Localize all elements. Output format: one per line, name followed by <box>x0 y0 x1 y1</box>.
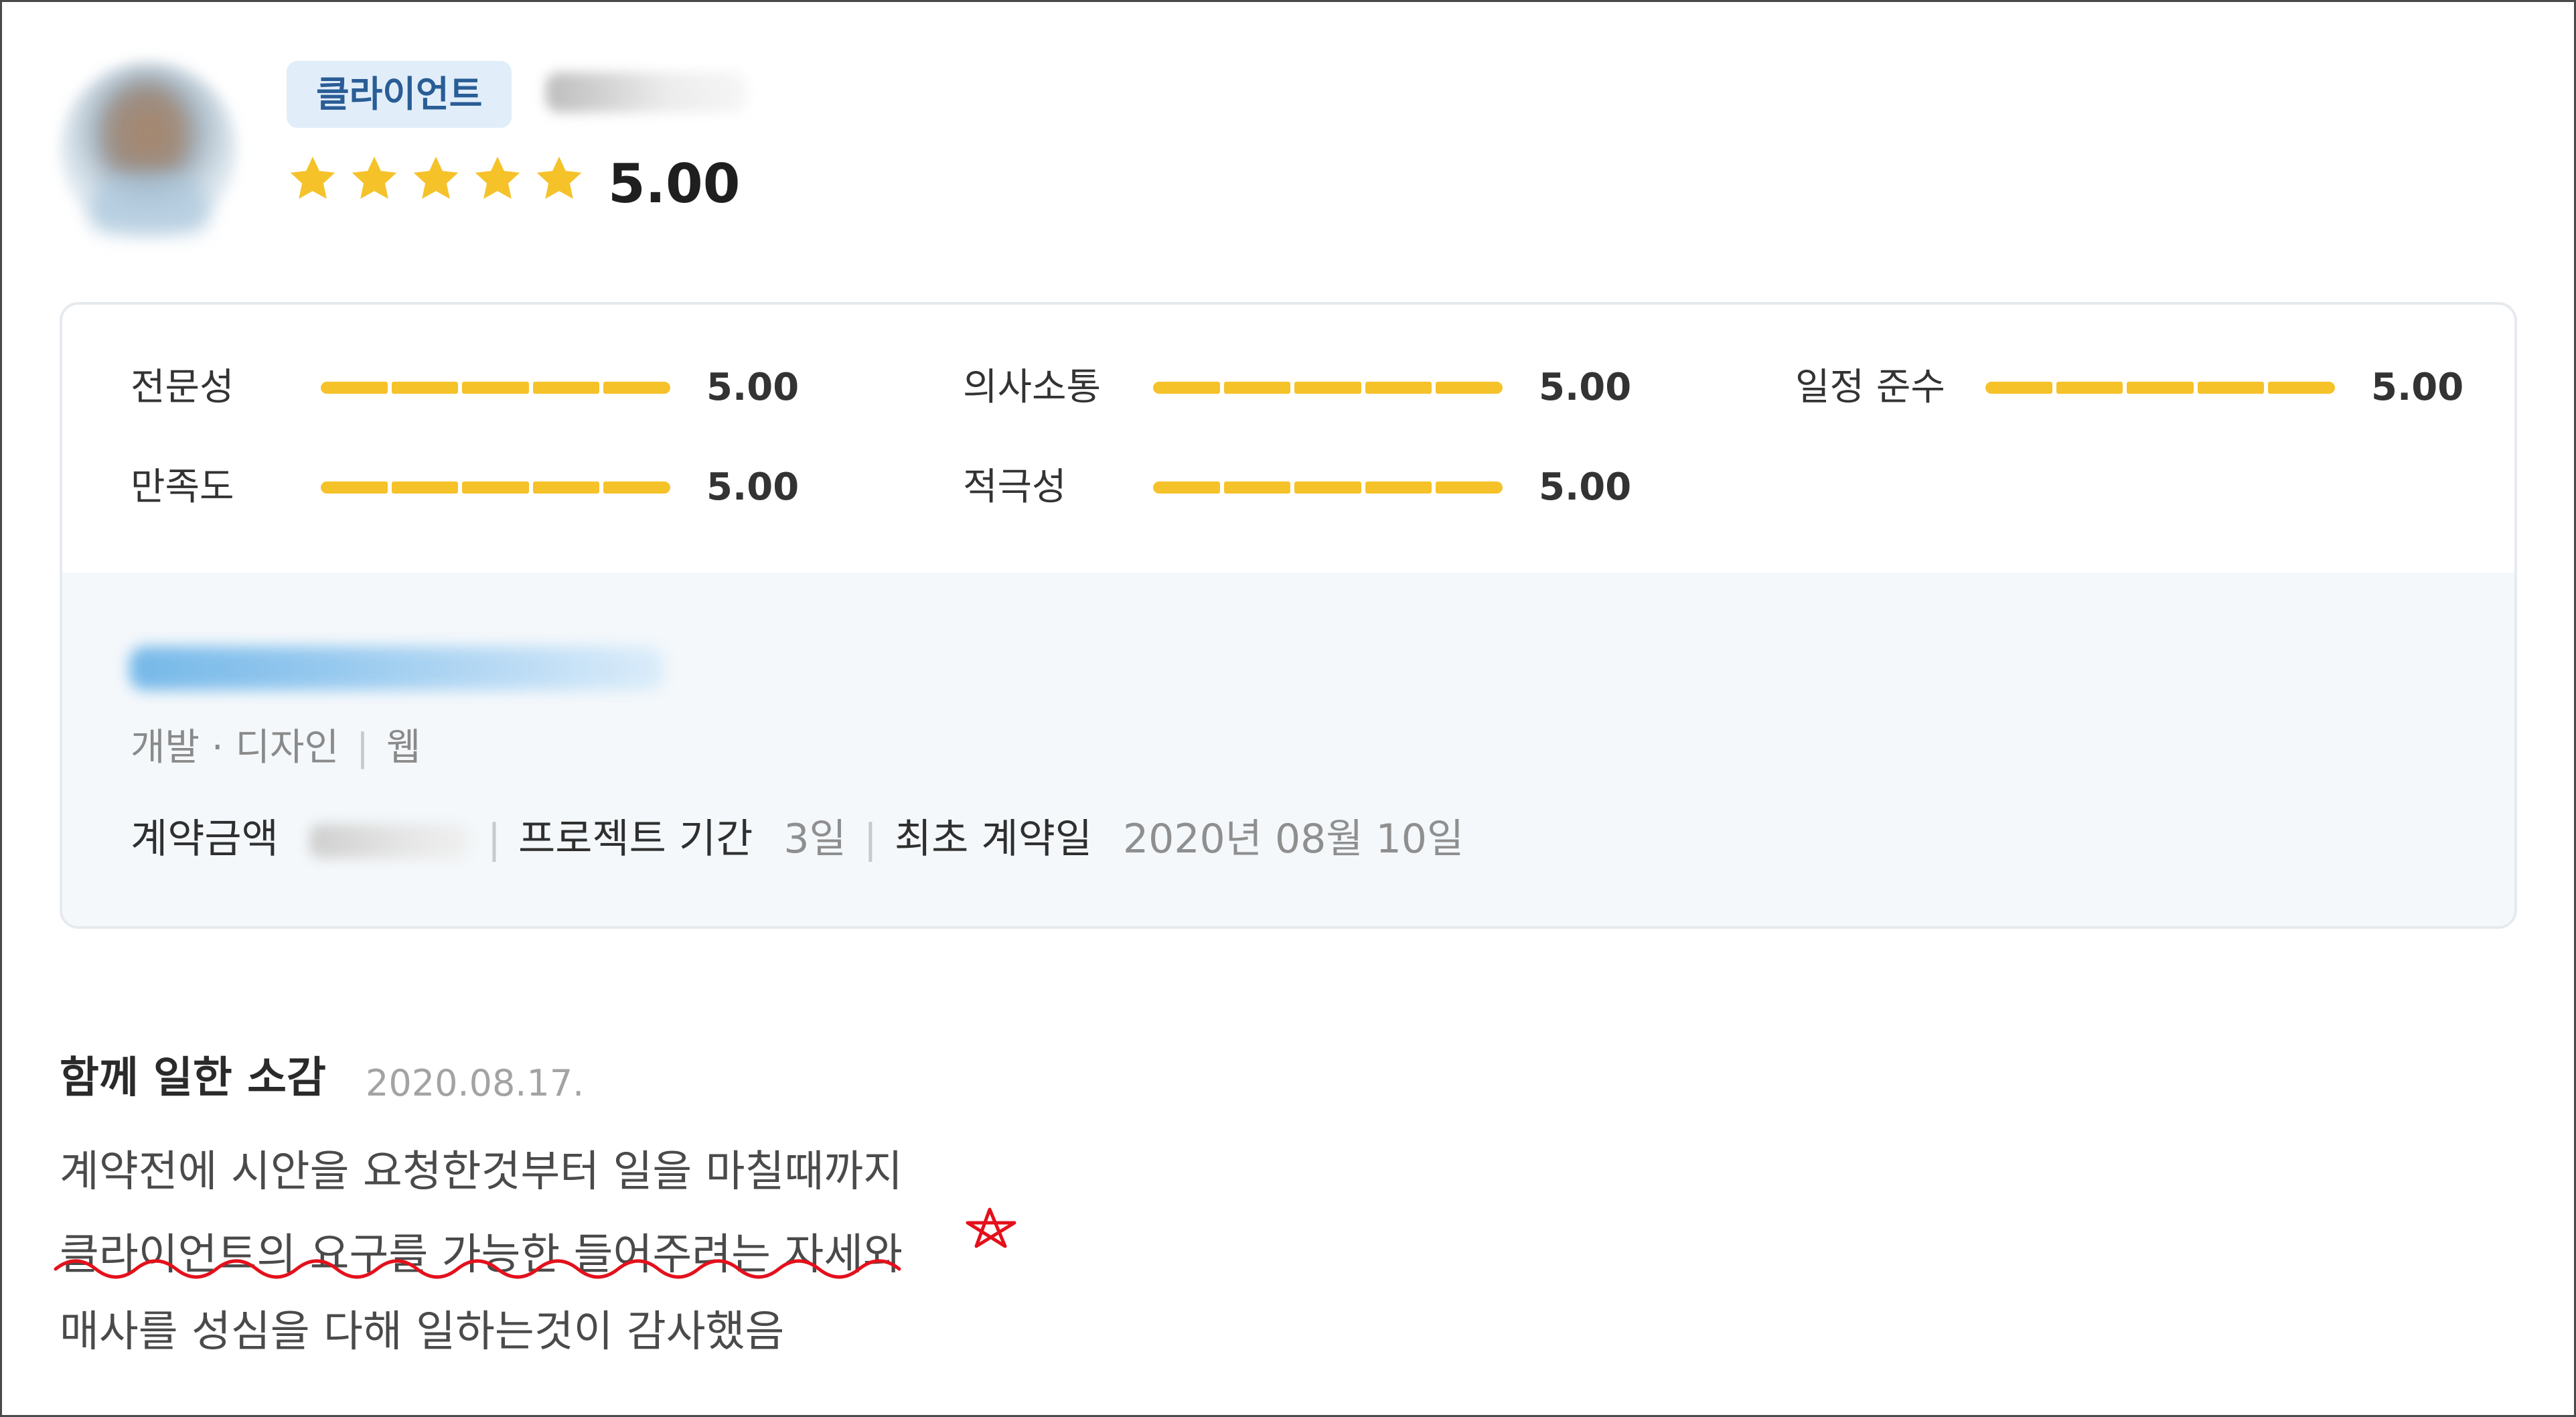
review-date: 2020.08.17. <box>366 1062 585 1104</box>
rating-value: 5.00 <box>1539 366 1632 409</box>
project-title-link-redacted[interactable] <box>129 646 665 690</box>
contract-amount-label: 계약금액 <box>131 816 279 863</box>
rating-label: 만족도 <box>131 465 234 509</box>
project-category: 개발 · 디자인 | 웹 <box>131 721 421 775</box>
subcategory-label: 웹 <box>386 726 421 769</box>
rating-bar <box>321 481 670 494</box>
first-contract-label: 최초 계약일 <box>894 816 1092 863</box>
star-icon <box>290 156 335 199</box>
divider: | <box>863 816 877 863</box>
divider: | <box>356 726 369 769</box>
ratings-card: 전문성 5.00 의사소통 5.00 일정 준수 5.00 만족도 5.00 적… <box>60 302 2517 929</box>
rating-value: 5.00 <box>706 366 800 409</box>
star-rating <box>287 153 585 205</box>
client-name-redacted <box>546 72 747 113</box>
overall-score: 5.00 <box>608 153 741 215</box>
duration-label: 프로젝트 기간 <box>518 816 753 863</box>
project-meta: 계약금액 | 프로젝트 기간 3일 | 최초 계약일 2020년 08월 10일 <box>131 812 1464 866</box>
star-icon <box>536 156 582 199</box>
rating-label: 일정 준수 <box>1795 366 1945 409</box>
duration-value: 3일 <box>783 816 846 863</box>
star-doodle-icon <box>966 1207 1016 1248</box>
review-heading: 함께 일한 소감 <box>60 1053 326 1103</box>
rating-bar <box>1985 382 2335 394</box>
role-badge: 클라이언트 <box>287 61 512 128</box>
rating-value: 5.00 <box>2371 366 2464 409</box>
rating-bar <box>1153 382 1503 394</box>
star-icon <box>352 156 397 199</box>
review-card-page: 클라이언트 5.00 전문성 5.00 의사소통 5.00 일정 준수 5.00… <box>0 0 2576 1417</box>
rating-label: 의사소통 <box>963 366 1102 409</box>
review-text-line: 클라이언트의 요구를 가능한 들어주려는 자세와 <box>60 1230 903 1280</box>
divider: | <box>487 816 502 863</box>
category-label: 개발 · 디자인 <box>131 726 339 769</box>
rating-value: 5.00 <box>706 465 800 509</box>
star-icon <box>413 156 459 199</box>
rating-label: 적극성 <box>963 465 1067 509</box>
star-icon <box>475 156 520 199</box>
review-text-line: 매사를 성심을 다해 일하는것이 감사했음 <box>60 1307 785 1357</box>
rating-bar <box>1153 481 1503 494</box>
contract-amount-redacted <box>309 824 470 859</box>
rating-bar <box>321 382 670 394</box>
rating-label: 전문성 <box>131 366 234 409</box>
rating-value: 5.00 <box>1539 465 1632 509</box>
first-contract-value: 2020년 08월 10일 <box>1122 816 1464 863</box>
project-info: 개발 · 디자인 | 웹 계약금액 | 프로젝트 기간 3일 | 최초 계약일 2020년 08… <box>62 573 2514 926</box>
review-text-line: 계약전에 시안을 요청한것부터 일을 마칠때까지 <box>60 1147 903 1197</box>
